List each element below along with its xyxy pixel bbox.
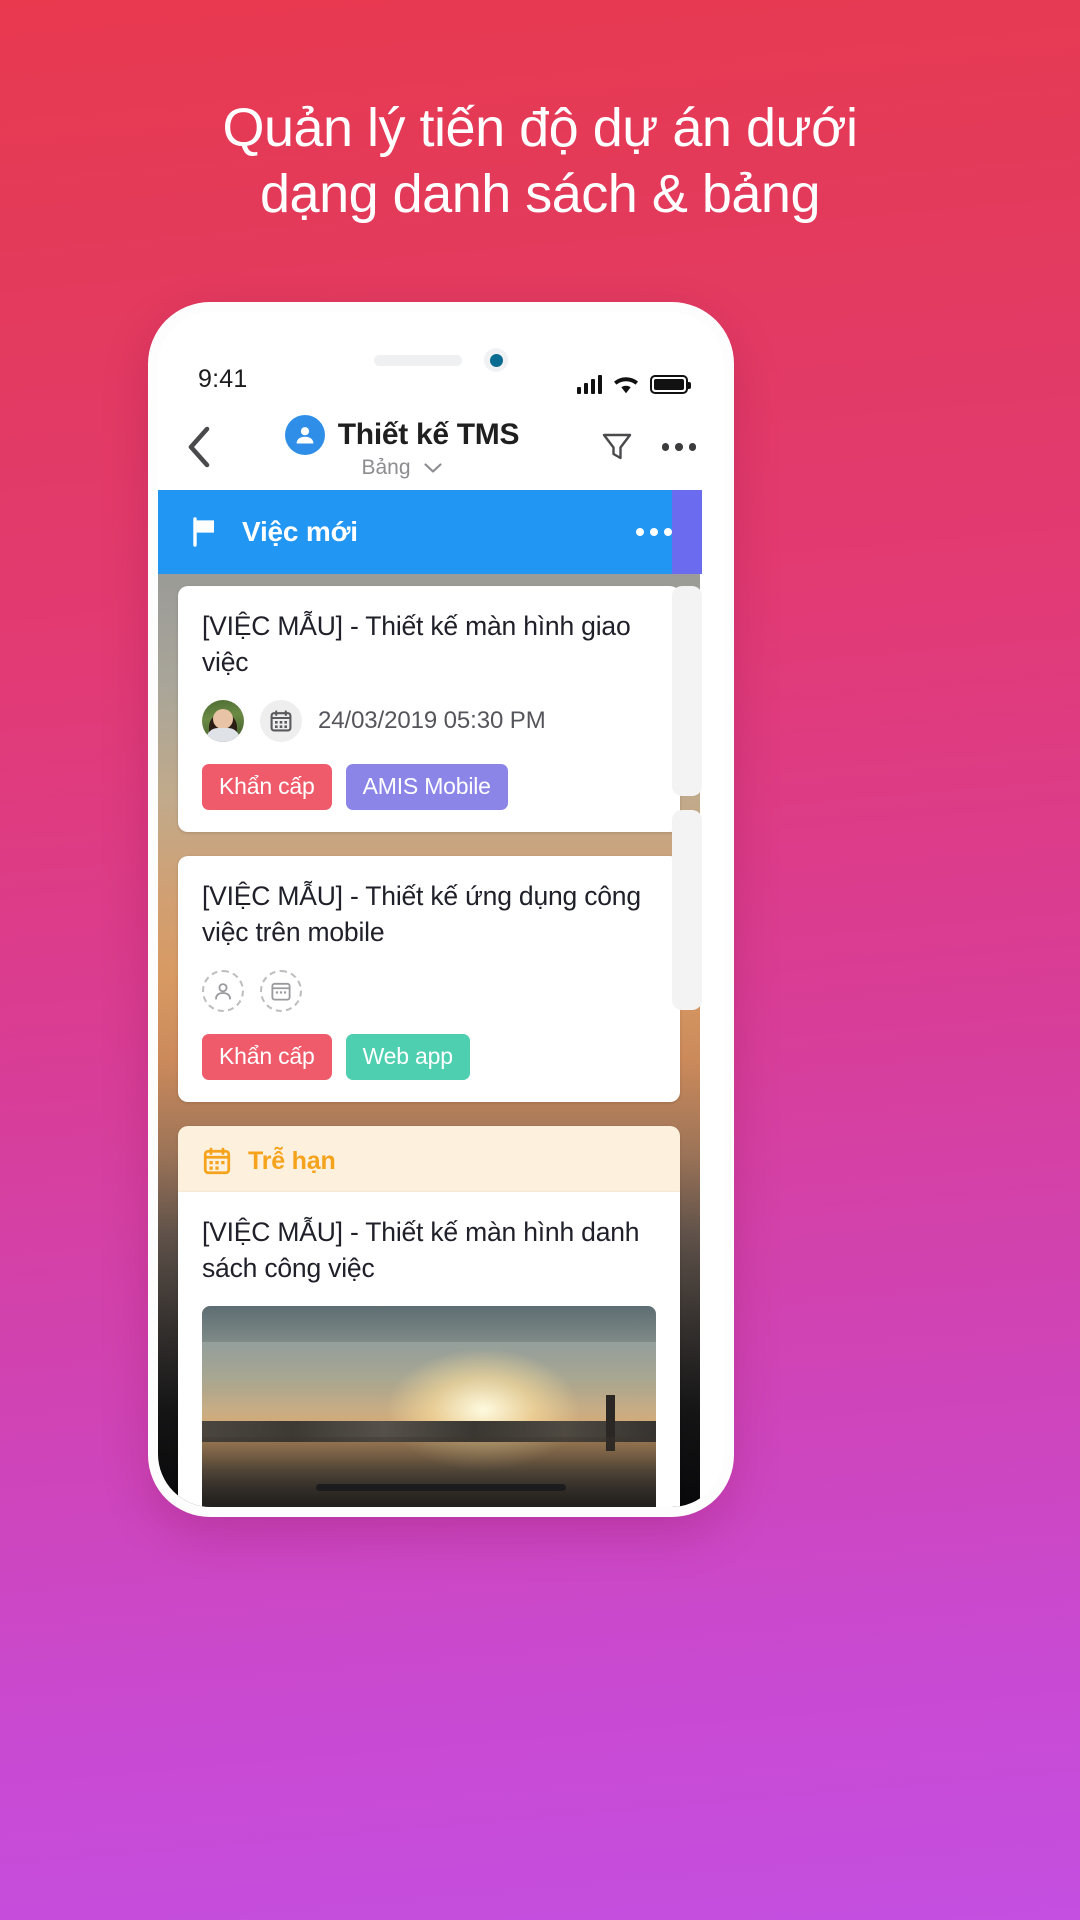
task-meta-row <box>202 970 656 1013</box>
calendar-icon <box>260 700 302 743</box>
home-indicator <box>316 1484 566 1491</box>
column-viec-moi: Việc mới [VIỆC MẪU] - Thiết kế màn hình … <box>158 490 702 1507</box>
column-title: Việc mới <box>242 516 358 547</box>
headline-line-1: Quản lý tiến độ dự án dưới <box>222 98 858 158</box>
more-horizontal-icon[interactable] <box>661 443 696 451</box>
phone-mockup: 9:41 Thiết kế TMS Bảng Việc mới [VIỆC MẪ… <box>148 302 734 1517</box>
app-navigation-bar: Thiết kế TMS Bảng <box>158 404 724 490</box>
column-more-icon[interactable] <box>636 528 672 536</box>
nav-title-block[interactable]: Thiết kế TMS Bảng <box>240 414 564 480</box>
status-time: 9:41 <box>198 365 248 393</box>
status-indicators <box>576 375 691 394</box>
task-tag-row: Khẩn cấp AMIS Mobile <box>202 764 656 811</box>
task-tag[interactable]: Khẩn cấp <box>202 1034 332 1081</box>
back-button[interactable] <box>186 426 240 468</box>
overdue-banner: Trễ hạn <box>178 1126 680 1193</box>
headline-line-2: dạng danh sách & bảng <box>260 163 820 224</box>
task-due-date: 24/03/2019 05:30 PM <box>318 707 546 735</box>
board-area: Việc mới [VIỆC MẪU] - Thiết kế màn hình … <box>158 490 724 1507</box>
task-title: [VIỆC MẪU] - Thiết kế màn hình giao việc <box>202 611 631 678</box>
calendar-alert-icon <box>203 1147 231 1175</box>
column-body[interactable]: [VIỆC MẪU] - Thiết kế màn hình giao việc <box>158 574 700 1507</box>
phone-speaker-assembly <box>374 348 508 372</box>
speaker-grille-icon <box>374 354 462 366</box>
battery-full-icon <box>650 375 691 394</box>
filter-funnel-icon[interactable] <box>600 430 634 464</box>
page-title: Thiết kế TMS <box>337 417 520 451</box>
task-tag[interactable]: Web app <box>345 1034 470 1081</box>
flag-icon <box>193 517 214 547</box>
calendar-placeholder-dashed-icon[interactable] <box>260 970 302 1013</box>
front-camera-icon <box>484 348 508 372</box>
next-column-peek[interactable] <box>672 490 702 1507</box>
task-tag[interactable]: Khẩn cấp <box>202 764 332 811</box>
task-title: [VIỆC MẪU] - Thiết kế màn hình danh sách… <box>202 1217 640 1284</box>
view-mode-label: Bảng <box>361 455 411 479</box>
attachment-photo-sunset-harbor[interactable] <box>202 1306 656 1507</box>
person-avatar-icon <box>284 414 325 455</box>
nav-action-group <box>564 430 696 464</box>
task-title: [VIỆC MẪU] - Thiết kế ứng dụng công việc… <box>202 881 641 948</box>
page-headline: Quản lý tiến độ dự án dưới dạng danh sác… <box>0 96 1080 228</box>
task-meta-row: 24/03/2019 05:30 PM <box>202 700 656 743</box>
cellular-signal-icon <box>576 375 602 394</box>
task-card[interactable]: [VIỆC MẪU] - Thiết kế màn hình danh sách… <box>178 1192 680 1507</box>
phone-screen: 9:41 Thiết kế TMS Bảng Việc mới [VIỆC MẪ… <box>158 312 724 1507</box>
wifi-icon <box>613 375 639 394</box>
task-card[interactable]: [VIỆC MẪU] - Thiết kế màn hình giao việc <box>178 586 680 833</box>
task-tag-row: Khẩn cấp Web app <box>202 1034 656 1081</box>
user-photo-avatar[interactable] <box>202 700 244 743</box>
chevron-down-icon[interactable] <box>423 462 443 474</box>
person-placeholder-dashed-icon[interactable] <box>202 970 244 1013</box>
column-header: Việc mới <box>158 490 700 574</box>
overdue-label: Trễ hạn <box>248 1146 336 1175</box>
task-tag[interactable]: AMIS Mobile <box>345 764 508 811</box>
task-card[interactable]: [VIỆC MẪU] - Thiết kế ứng dụng công việc… <box>178 856 680 1103</box>
chevron-left-icon <box>188 426 210 468</box>
